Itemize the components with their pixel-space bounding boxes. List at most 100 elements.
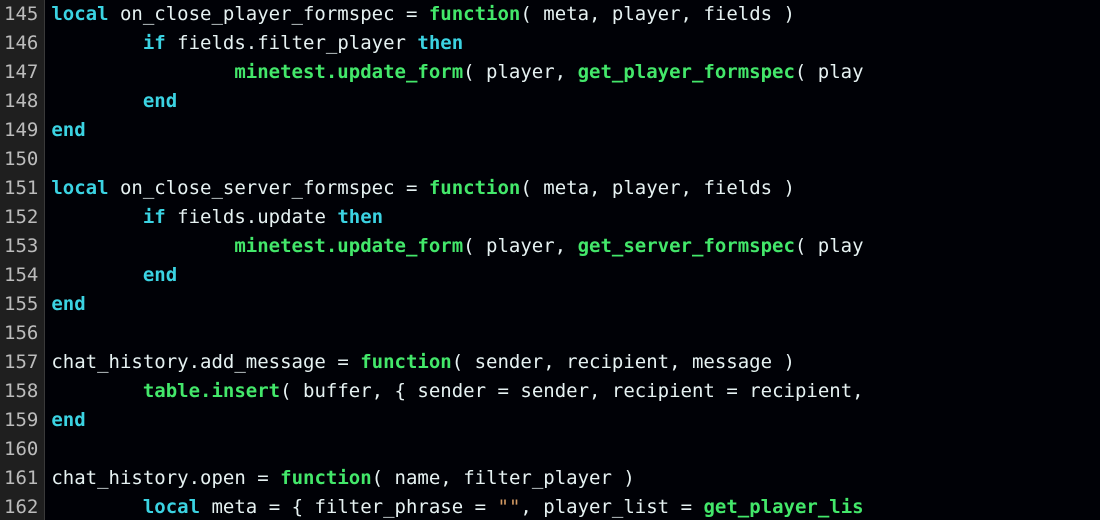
token-kw: end xyxy=(51,293,85,315)
token-id: name xyxy=(395,467,441,489)
code-line[interactable]: end xyxy=(51,290,1100,319)
token-punct: , xyxy=(589,380,612,402)
token-punct: = xyxy=(406,3,429,25)
token-punct: = xyxy=(257,467,280,489)
token-punct: , xyxy=(543,351,566,373)
token-id: player xyxy=(486,235,555,257)
line-number: 157 xyxy=(4,348,38,377)
code-line[interactable]: local on_close_server_formspec = functio… xyxy=(51,174,1100,203)
code-line[interactable]: end xyxy=(51,261,1100,290)
token-fn: get_player_lis xyxy=(703,496,863,518)
code-line[interactable]: end xyxy=(51,87,1100,116)
token-id: filter_phrase xyxy=(314,496,463,518)
token-kw: local xyxy=(51,3,108,25)
code-line[interactable]: minetest.update_form( player, get_server… xyxy=(51,232,1100,261)
code-line[interactable]: if fields.filter_player then xyxy=(51,29,1100,58)
token-punct: ) xyxy=(612,467,635,489)
token-punct: = { xyxy=(269,496,315,518)
token-id: filter_player xyxy=(463,467,612,489)
token-fn: get_player_formspec xyxy=(578,61,795,83)
token-fn: table.insert xyxy=(143,380,280,402)
code-line[interactable]: minetest.update_form ( player, get_player… xyxy=(51,58,1100,87)
code-line[interactable]: chat_history.add_message = function( sen… xyxy=(51,348,1100,377)
line-number: 154 xyxy=(4,261,38,290)
line-number: 161 xyxy=(4,464,38,493)
line-number: 155 xyxy=(4,290,38,319)
token-punct: , xyxy=(681,177,704,199)
code-line[interactable]: if fields.update then xyxy=(51,203,1100,232)
line-number: 159 xyxy=(4,406,38,435)
token-id: play xyxy=(818,61,864,83)
token-punct: ( xyxy=(452,351,475,373)
token-punct: = xyxy=(486,380,520,402)
token-kw: end xyxy=(51,409,85,431)
code-line[interactable]: end xyxy=(51,116,1100,145)
token-punct: ( xyxy=(520,177,543,199)
token-id: meta xyxy=(543,3,589,25)
token-id: fields xyxy=(703,177,772,199)
token-punct: , xyxy=(555,61,578,83)
token-id: sender xyxy=(475,351,544,373)
token-kw: if xyxy=(143,32,166,54)
line-number: 158 xyxy=(4,377,38,406)
token-punct: , xyxy=(669,351,692,373)
token-id xyxy=(51,32,143,54)
token-punct: , xyxy=(589,177,612,199)
token-str: "" xyxy=(498,496,521,518)
token-id: message xyxy=(692,351,772,373)
token-punct: ( xyxy=(795,61,818,83)
code-line[interactable]: table.insert( buffer, { sender = sender,… xyxy=(51,377,1100,406)
token-fn: function xyxy=(280,467,372,489)
token-id: buffer xyxy=(303,380,372,402)
code-line[interactable]: local meta = { filter_phrase = "", playe… xyxy=(51,493,1100,520)
code-line[interactable]: chat_history.open = function( name, filt… xyxy=(51,464,1100,493)
token-fn: minetest.update_form xyxy=(234,61,463,83)
token-punct: , xyxy=(520,496,543,518)
token-fn: function xyxy=(429,3,521,25)
token-id: meta xyxy=(200,496,269,518)
token-punct: ( xyxy=(795,235,818,257)
code-line[interactable]: end xyxy=(51,406,1100,435)
token-id: recipient xyxy=(612,380,715,402)
token-punct: = xyxy=(463,496,497,518)
token-punct: , xyxy=(852,380,863,402)
token-id: chat_history.add_message xyxy=(51,351,337,373)
line-number: 145 xyxy=(4,0,38,29)
token-kw: end xyxy=(143,90,177,112)
token-id: play xyxy=(818,235,864,257)
token-punct: ) xyxy=(772,177,795,199)
code-line[interactable] xyxy=(51,435,1100,464)
code-line[interactable] xyxy=(51,145,1100,174)
line-number: 160 xyxy=(4,435,38,464)
token-punct: = xyxy=(406,177,429,199)
token-id: meta xyxy=(543,177,589,199)
line-number: 151 xyxy=(4,174,38,203)
code-line[interactable]: local on_close_player_formspec = functio… xyxy=(51,0,1100,29)
token-id xyxy=(51,61,234,83)
token-id: recipient xyxy=(566,351,669,373)
token-id: on_close_server_formspec xyxy=(109,177,406,199)
token-punct: ) xyxy=(772,351,795,373)
token-kw: local xyxy=(51,177,108,199)
token-id: on_close_player_formspec xyxy=(109,3,406,25)
line-number: 146 xyxy=(4,29,38,58)
token-id: sender xyxy=(417,380,486,402)
token-punct: , xyxy=(681,3,704,25)
token-fn: minetest.update_form xyxy=(234,235,463,257)
line-number: 150 xyxy=(4,145,38,174)
line-number: 147 xyxy=(4,58,38,87)
token-id: player xyxy=(486,61,555,83)
token-id: player_list xyxy=(543,496,669,518)
code-line[interactable] xyxy=(51,319,1100,348)
token-id xyxy=(51,380,143,402)
token-id: sender xyxy=(520,380,589,402)
token-punct: , xyxy=(440,467,463,489)
token-fn: get_server_formspec xyxy=(578,235,795,257)
token-id: fields xyxy=(703,3,772,25)
code-editor[interactable]: 1451461471481491501511521531541551561571… xyxy=(0,0,1100,520)
token-fn: function xyxy=(360,351,452,373)
line-number: 162 xyxy=(4,493,38,520)
code-area[interactable]: local on_close_player_formspec = functio… xyxy=(45,0,1100,520)
token-punct: = xyxy=(337,351,360,373)
token-kw: end xyxy=(51,119,85,141)
